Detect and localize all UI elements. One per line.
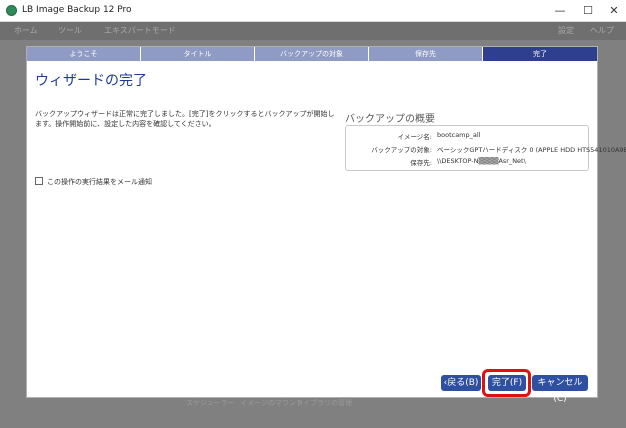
bg-menu-expert: エキスパートモード	[104, 26, 176, 35]
summary-row-target: バックアップの対象: ベーシックGPTハードディスク 0 (APPLE HDD …	[346, 144, 626, 156]
summary-value: bootcamp_all	[437, 131, 481, 139]
background-menubar: ホーム ツール エキスパートモード 設定 ヘルプ	[0, 22, 626, 40]
page-title: ウィザードの完了	[35, 73, 147, 89]
summary-value: ベーシックGPTハードディスク 0 (APPLE HDD HTS541010A9…	[437, 146, 626, 154]
step-backup-target: バックアップの対象	[255, 47, 368, 61]
step-welcome: ようこそ	[27, 47, 140, 61]
cancel-button[interactable]: キャンセル(C)	[532, 375, 588, 404]
summary-row-image-name: イメージ名: bootcamp_all	[346, 131, 590, 143]
bg-menu-tools: ツール	[58, 26, 82, 35]
bg-library-button: ライブラリの管理	[296, 399, 352, 407]
back-button[interactable]: ‹戻る(B)	[441, 375, 481, 391]
finish-button-highlight	[482, 369, 531, 397]
app-logo-icon	[6, 5, 17, 16]
email-notify-checkbox[interactable]	[35, 177, 43, 185]
bg-menu-home: ホーム	[14, 26, 38, 35]
minimize-icon[interactable]: —	[546, 0, 574, 22]
summary-label: イメージ名:	[397, 133, 432, 141]
summary-value: \\DESKTOP-N▒▒▒▒Asr_Net\	[437, 157, 526, 165]
bg-scheduler-button: スケジューラー	[186, 399, 235, 407]
completion-description: バックアップウィザードは正常に完了しました。[完了]をクリックするとバックアップ…	[35, 110, 335, 128]
step-complete: 完了	[483, 47, 597, 61]
email-notify-label[interactable]: この操作の実行結果をメール通知	[47, 177, 152, 187]
summary-title: バックアップの概要	[345, 114, 435, 125]
wizard-dialog: ようこそ タイトル バックアップの対象 保存先 完了 ウィザードの完了 バックア…	[26, 46, 626, 404]
summary-label: バックアップの対象:	[371, 146, 432, 154]
maximize-icon[interactable]: ☐	[574, 0, 602, 22]
summary-label: 保存先:	[410, 159, 432, 167]
step-destination: 保存先	[369, 47, 482, 61]
bg-menu-help: ヘルプ	[590, 26, 614, 35]
bg-menu-settings: 設定	[558, 26, 574, 35]
window-titlebar: LB Image Backup 12 Pro — ☐ ✕	[0, 0, 626, 22]
wizard-steps: ようこそ タイトル バックアップの対象 保存先 完了	[27, 47, 597, 61]
window-title: LB Image Backup 12 Pro	[22, 5, 132, 15]
close-icon[interactable]: ✕	[600, 0, 626, 22]
bg-mount-button: イメージのマウント	[240, 399, 303, 407]
summary-row-destination: 保存先: \\DESKTOP-N▒▒▒▒Asr_Net\	[346, 157, 590, 169]
summary-box: イメージ名: bootcamp_all バックアップの対象: ベーシックGPTハ…	[345, 125, 626, 171]
step-title: タイトル	[141, 47, 254, 61]
